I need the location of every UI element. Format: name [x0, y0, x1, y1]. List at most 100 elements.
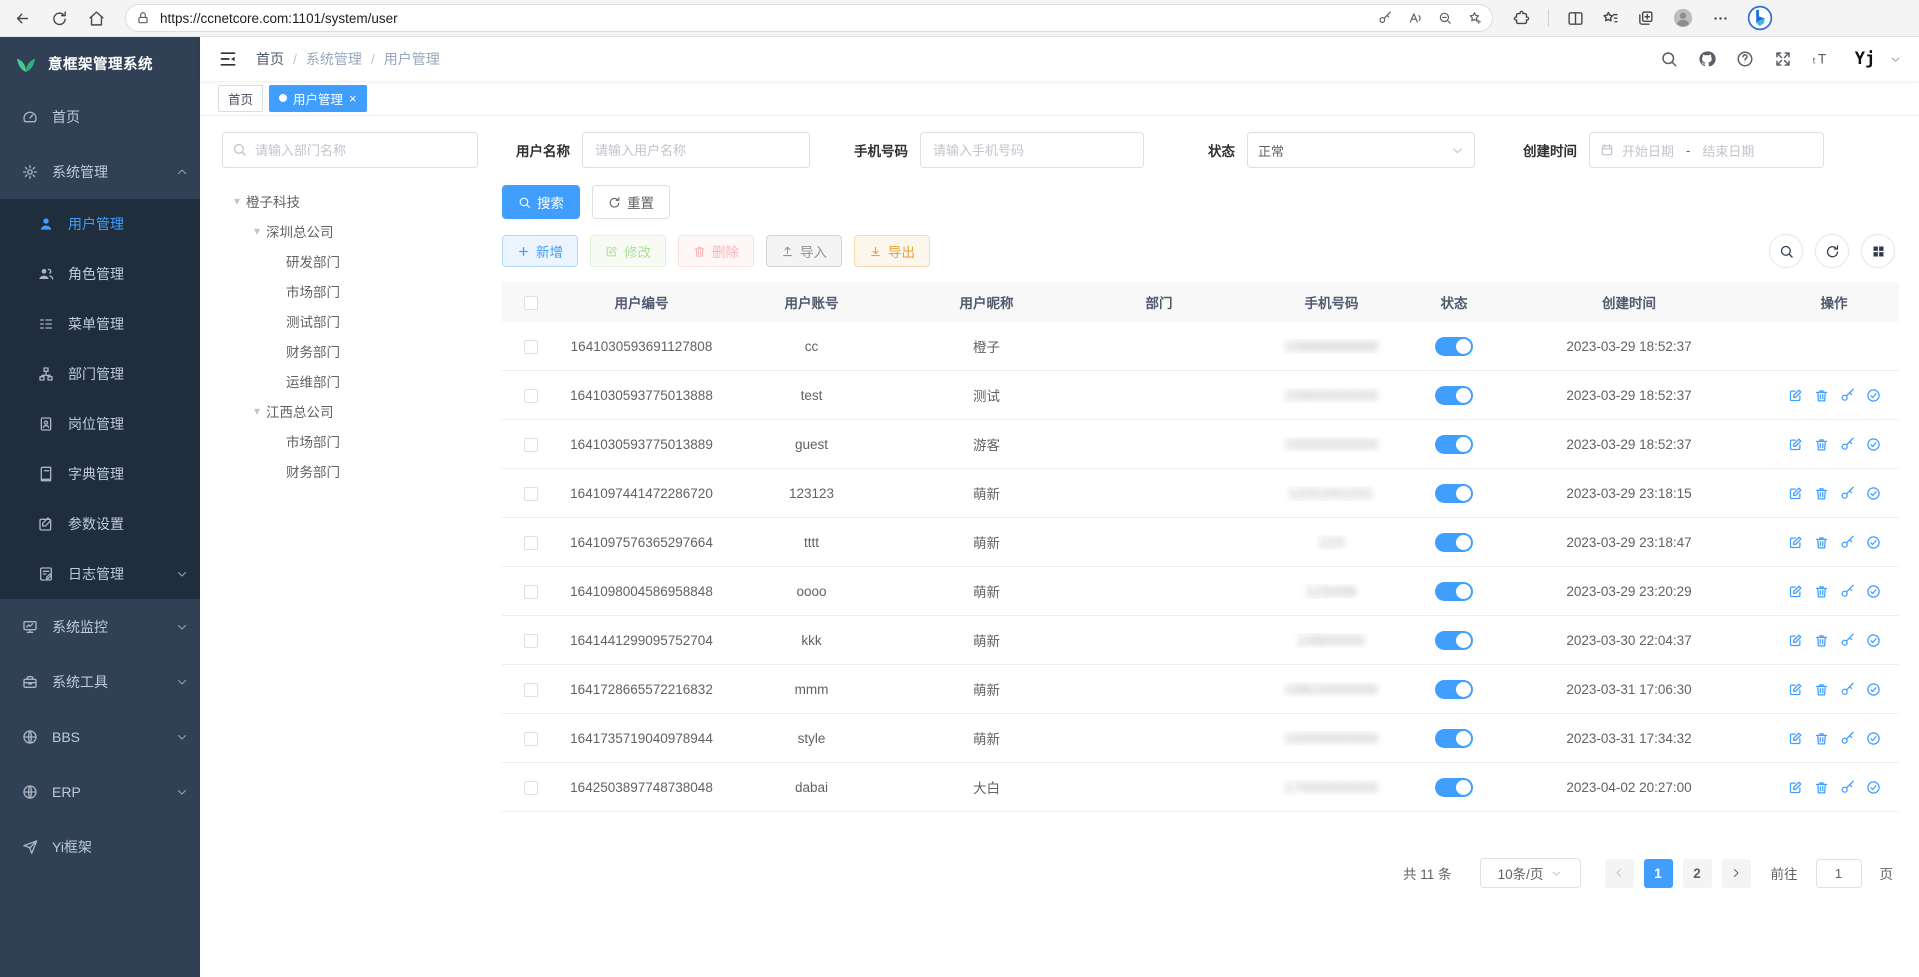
- sidebar-item[interactable]: 字典管理: [0, 449, 200, 499]
- app-logo[interactable]: 意框架管理系统: [0, 37, 200, 89]
- sidebar-item[interactable]: 菜单管理: [0, 299, 200, 349]
- user-avatar[interactable]: Yj: [1850, 44, 1880, 74]
- status-toggle[interactable]: [1435, 778, 1473, 797]
- row-delete-icon[interactable]: [1814, 633, 1829, 648]
- row-edit-icon[interactable]: [1788, 731, 1803, 746]
- bing-chat-icon[interactable]: [1747, 5, 1773, 31]
- row-reset-password-icon[interactable]: [1840, 780, 1855, 795]
- row-assign-role-icon[interactable]: [1866, 437, 1881, 452]
- row-assign-role-icon[interactable]: [1866, 486, 1881, 501]
- row-assign-role-icon[interactable]: [1866, 780, 1881, 795]
- profile-avatar[interactable]: [1672, 7, 1694, 29]
- zoom-out-icon[interactable]: [1438, 11, 1452, 25]
- username-input[interactable]: [582, 132, 810, 168]
- dept-search-input[interactable]: [222, 132, 478, 168]
- font-size-icon[interactable]: tT: [1812, 50, 1830, 68]
- sidebar-item[interactable]: ERP: [0, 764, 200, 819]
- row-edit-icon[interactable]: [1788, 682, 1803, 697]
- status-toggle[interactable]: [1435, 680, 1473, 699]
- tree-node[interactable]: ▾ 江西总公司: [222, 396, 478, 426]
- tree-node[interactable]: ▾ 深圳总公司: [222, 216, 478, 246]
- select-all-checkbox[interactable]: [524, 296, 538, 310]
- row-delete-icon[interactable]: [1814, 388, 1829, 403]
- tree-node[interactable]: ▾ 市场部门: [222, 276, 478, 306]
- home-icon[interactable]: [88, 10, 105, 27]
- import-button[interactable]: 导入: [766, 235, 842, 267]
- row-checkbox[interactable]: [524, 487, 538, 501]
- sidebar-item[interactable]: 岗位管理: [0, 399, 200, 449]
- column-settings-button[interactable]: [1861, 234, 1895, 268]
- reset-button[interactable]: 重置: [592, 185, 670, 219]
- row-checkbox[interactable]: [524, 340, 538, 354]
- row-checkbox[interactable]: [524, 585, 538, 599]
- status-toggle[interactable]: [1435, 582, 1473, 601]
- prev-page-button[interactable]: [1605, 859, 1634, 888]
- status-toggle[interactable]: [1435, 337, 1473, 356]
- status-toggle[interactable]: [1435, 533, 1473, 552]
- row-checkbox[interactable]: [524, 732, 538, 746]
- sidebar-item[interactable]: 参数设置: [0, 499, 200, 549]
- sidebar-item[interactable]: 系统管理: [0, 144, 200, 199]
- sidebar-item[interactable]: 日志管理: [0, 549, 200, 599]
- row-delete-icon[interactable]: [1814, 682, 1829, 697]
- row-assign-role-icon[interactable]: [1866, 731, 1881, 746]
- row-edit-icon[interactable]: [1788, 584, 1803, 599]
- row-checkbox[interactable]: [524, 781, 538, 795]
- row-assign-role-icon[interactable]: [1866, 584, 1881, 599]
- row-reset-password-icon[interactable]: [1840, 437, 1855, 452]
- page-number-button[interactable]: 1: [1644, 859, 1673, 888]
- fullscreen-icon[interactable]: [1774, 50, 1792, 68]
- row-assign-role-icon[interactable]: [1866, 682, 1881, 697]
- row-assign-role-icon[interactable]: [1866, 388, 1881, 403]
- sidebar-item[interactable]: 首页: [0, 89, 200, 144]
- refresh-icon[interactable]: [51, 10, 68, 27]
- row-edit-icon[interactable]: [1788, 437, 1803, 452]
- status-toggle[interactable]: [1435, 484, 1473, 503]
- row-delete-icon[interactable]: [1814, 584, 1829, 599]
- row-reset-password-icon[interactable]: [1840, 388, 1855, 403]
- row-edit-icon[interactable]: [1788, 633, 1803, 648]
- status-toggle[interactable]: [1435, 386, 1473, 405]
- date-range-picker[interactable]: 开始日期 - 结束日期: [1589, 132, 1824, 168]
- row-reset-password-icon[interactable]: [1840, 535, 1855, 550]
- row-reset-password-icon[interactable]: [1840, 633, 1855, 648]
- row-delete-icon[interactable]: [1814, 535, 1829, 550]
- row-reset-password-icon[interactable]: [1840, 682, 1855, 697]
- tree-caret-icon[interactable]: ▾: [248, 402, 266, 420]
- favorites-icon[interactable]: [1602, 10, 1619, 27]
- page-tab[interactable]: 首页 ×: [218, 85, 263, 112]
- tree-node[interactable]: ▾ 橙子科技: [222, 186, 478, 216]
- row-edit-icon[interactable]: [1788, 486, 1803, 501]
- collections-icon[interactable]: [1637, 10, 1654, 27]
- sidebar-item[interactable]: 角色管理: [0, 249, 200, 299]
- export-button[interactable]: 导出: [854, 235, 930, 267]
- modify-button[interactable]: 修改: [590, 235, 666, 267]
- search-button[interactable]: 搜索: [502, 185, 580, 219]
- goto-page-input[interactable]: [1816, 859, 1862, 888]
- more-menu-icon[interactable]: [1712, 10, 1729, 27]
- help-icon[interactable]: [1736, 50, 1754, 68]
- row-reset-password-icon[interactable]: [1840, 584, 1855, 599]
- sidebar-item[interactable]: 用户管理: [0, 199, 200, 249]
- sidebar-item[interactable]: Yi框架: [0, 819, 200, 874]
- breadcrumb-home[interactable]: 首页: [256, 49, 284, 69]
- tree-node[interactable]: ▾ 财务部门: [222, 456, 478, 486]
- row-delete-icon[interactable]: [1814, 486, 1829, 501]
- tree-node[interactable]: ▾ 财务部门: [222, 336, 478, 366]
- row-checkbox[interactable]: [524, 634, 538, 648]
- row-checkbox[interactable]: [524, 389, 538, 403]
- add-favorite-icon[interactable]: [1468, 11, 1482, 25]
- github-icon[interactable]: [1698, 50, 1716, 68]
- breadcrumb-system[interactable]: 系统管理: [306, 49, 362, 69]
- read-aloud-icon[interactable]: [1408, 11, 1422, 25]
- row-delete-icon[interactable]: [1814, 731, 1829, 746]
- url-bar[interactable]: https://ccnetcore.com:1101/system/user: [125, 4, 1493, 32]
- url-text[interactable]: https://ccnetcore.com:1101/system/user: [160, 11, 1368, 26]
- row-checkbox[interactable]: [524, 438, 538, 452]
- tree-caret-icon[interactable]: ▾: [228, 192, 246, 210]
- status-toggle[interactable]: [1435, 435, 1473, 454]
- password-key-icon[interactable]: [1378, 11, 1392, 25]
- status-toggle[interactable]: [1435, 729, 1473, 748]
- status-toggle[interactable]: [1435, 631, 1473, 650]
- row-edit-icon[interactable]: [1788, 780, 1803, 795]
